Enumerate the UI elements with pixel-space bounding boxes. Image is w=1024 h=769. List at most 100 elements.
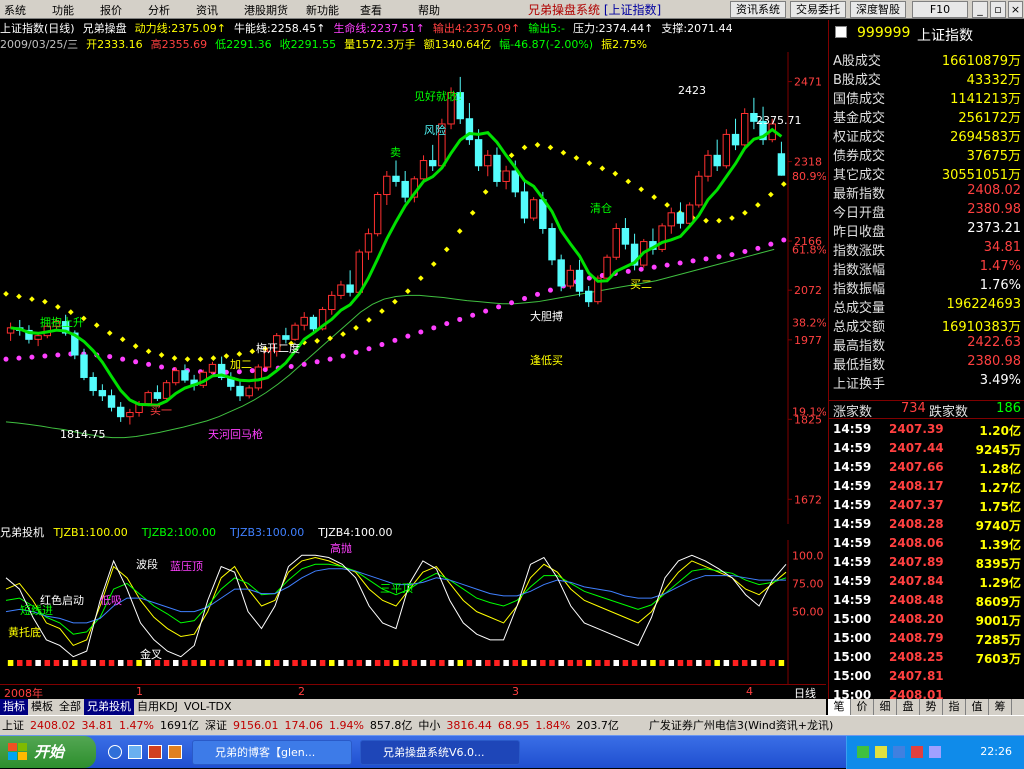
signal-bar (209, 660, 216, 666)
tick-price: 2408.25 (889, 650, 944, 664)
life-line-dot (379, 342, 385, 348)
tray-im-icon[interactable] (929, 746, 941, 758)
menu-item-quote[interactable]: 报价 (100, 2, 122, 18)
menu-item-help[interactable]: 帮助 (418, 2, 440, 18)
tab-template[interactable]: 模板 (28, 699, 56, 715)
stat-value: 2380.98 (967, 202, 1021, 217)
side-tab-value[interactable]: 值 (966, 699, 989, 715)
menu-item-view[interactable]: 查看 (360, 2, 382, 18)
trade-entrust-button[interactable]: 交易委托 (790, 1, 846, 18)
life-line-dot (288, 364, 294, 369)
tick-row: 14:59 2407.44 9245万 (829, 441, 1024, 460)
signal-bar (393, 660, 399, 666)
side-tab-price[interactable]: 价 (851, 699, 874, 715)
menu-item-analysis[interactable]: 分析 (148, 2, 170, 18)
tray-app-icon[interactable] (893, 746, 905, 758)
tick-volume: 8395万 (975, 557, 1021, 571)
signal-bar (228, 660, 234, 666)
app-icon[interactable] (168, 745, 182, 759)
indicator-label: 蓝压顶 (170, 560, 203, 573)
signal-bar (117, 660, 124, 666)
signal-bar (760, 660, 766, 666)
info-value: 输出5:- (528, 22, 565, 35)
stat-value: 3.49% (979, 373, 1021, 388)
desktop-icon[interactable] (128, 745, 142, 759)
stat-row: 其它成交 30551051万 (829, 164, 1024, 183)
stat-row: 上证换手 3.49% (829, 373, 1024, 392)
side-tab-disk[interactable]: 盘 (897, 699, 920, 715)
chart-annotation: 2423 (678, 84, 706, 97)
power-line-dot (443, 246, 450, 253)
signal-bar (402, 660, 408, 666)
tray-network-icon[interactable] (857, 746, 869, 758)
taskbar-window-trading[interactable]: 兄弟操盘系统V6.0... (360, 740, 520, 765)
y-tick-label: 1977 (794, 334, 822, 347)
tab-kdj[interactable]: 自用KDJ (134, 699, 181, 715)
ie-icon[interactable] (108, 745, 122, 759)
life-line-dot (444, 321, 450, 327)
stat-value: 1141213万 (950, 92, 1021, 107)
side-tab-trades[interactable]: 笔 (828, 699, 851, 715)
tab-vol-tdx[interactable]: VOL-TDX (181, 699, 235, 715)
updown-row: 涨家数 734 跌家数 186 (829, 400, 1024, 420)
f10-button[interactable]: F10 (912, 1, 968, 18)
close-button[interactable]: × (1008, 1, 1023, 18)
side-tab-detail[interactable]: 细 (874, 699, 897, 715)
side-tab-chips[interactable]: 筹 (989, 699, 1012, 715)
indicator-line (5, 557, 787, 647)
signal-bar (723, 660, 730, 666)
menu-item-new-function[interactable]: 新功能 (306, 2, 339, 18)
life-line-dot (703, 256, 709, 262)
tick-volume: 1.28亿 (979, 462, 1021, 476)
stat-label: 指数涨幅 (833, 263, 886, 278)
indicator-chart[interactable]: 100.075.0050.00黄托底红色启动蓝压顶三平顶波段高抛短线进低吸金叉 (0, 540, 826, 684)
life-line-dot (742, 249, 748, 254)
tray-security-icon[interactable] (911, 746, 923, 758)
menu-item-function[interactable]: 功能 (52, 2, 74, 18)
news-system-button[interactable]: 资讯系统 (730, 1, 786, 18)
taskbar-window-blog[interactable]: 兄弟的博客【glen... (192, 740, 352, 765)
tick-volume: 7603万 (975, 652, 1021, 666)
signal-bar (622, 660, 629, 666)
life-line-dot (42, 353, 48, 359)
power-line-dot (703, 217, 709, 224)
minimize-button[interactable]: _ (972, 1, 988, 18)
tick-volume: 8609万 (975, 595, 1021, 609)
tick-price: 2408.79 (889, 631, 944, 645)
tray-volume-icon[interactable] (875, 746, 887, 758)
power-line-dot (210, 355, 217, 361)
menu-item-system[interactable]: 系统 (4, 2, 26, 18)
chart-annotation: 风险 (424, 123, 446, 137)
menu-item-news[interactable]: 资讯 (196, 2, 218, 18)
life-line-dot (314, 359, 320, 365)
stat-value: 1.76% (979, 278, 1021, 293)
life-line-dot (470, 312, 476, 318)
stat-label: 最高指数 (833, 339, 886, 354)
signal-bar (182, 660, 188, 666)
power-line-dot (742, 209, 748, 216)
signal-bar (17, 660, 23, 666)
media-icon[interactable] (148, 745, 162, 759)
tab-indicator[interactable]: 指标 (0, 699, 28, 715)
tab-brother-speculation[interactable]: 兄弟投机 (84, 699, 134, 715)
life-line-dot (781, 237, 787, 243)
menu-item-hk-futures[interactable]: 港股期货 (244, 2, 288, 18)
indicator-label: 高抛 (330, 541, 352, 555)
start-button[interactable]: 开始 (0, 736, 96, 768)
tick-volume: 1.75亿 (979, 500, 1021, 514)
chart-annotation: 拥抱上升 (40, 315, 84, 329)
kline-chart[interactable]: 247123182166207219771825167280.9%61.8%38… (0, 52, 826, 524)
status-value: 34.81 (81, 719, 114, 732)
chart-annotation: 1814.75 (60, 428, 106, 441)
side-tab-index[interactable]: 指 (943, 699, 966, 715)
info-value: 压力:2374.44↑ (572, 22, 654, 35)
deep-stock-button[interactable]: 深度智股 (850, 1, 906, 18)
side-tab-trend[interactable]: 势 (920, 699, 943, 715)
signal-bar (301, 660, 307, 666)
signal-bar (466, 660, 473, 666)
restore-button[interactable]: ▫ (990, 1, 1006, 18)
stat-label: 最新指数 (833, 187, 886, 202)
signal-bar (475, 660, 482, 666)
tab-all[interactable]: 全部 (56, 699, 84, 715)
signal-bar (127, 660, 133, 666)
